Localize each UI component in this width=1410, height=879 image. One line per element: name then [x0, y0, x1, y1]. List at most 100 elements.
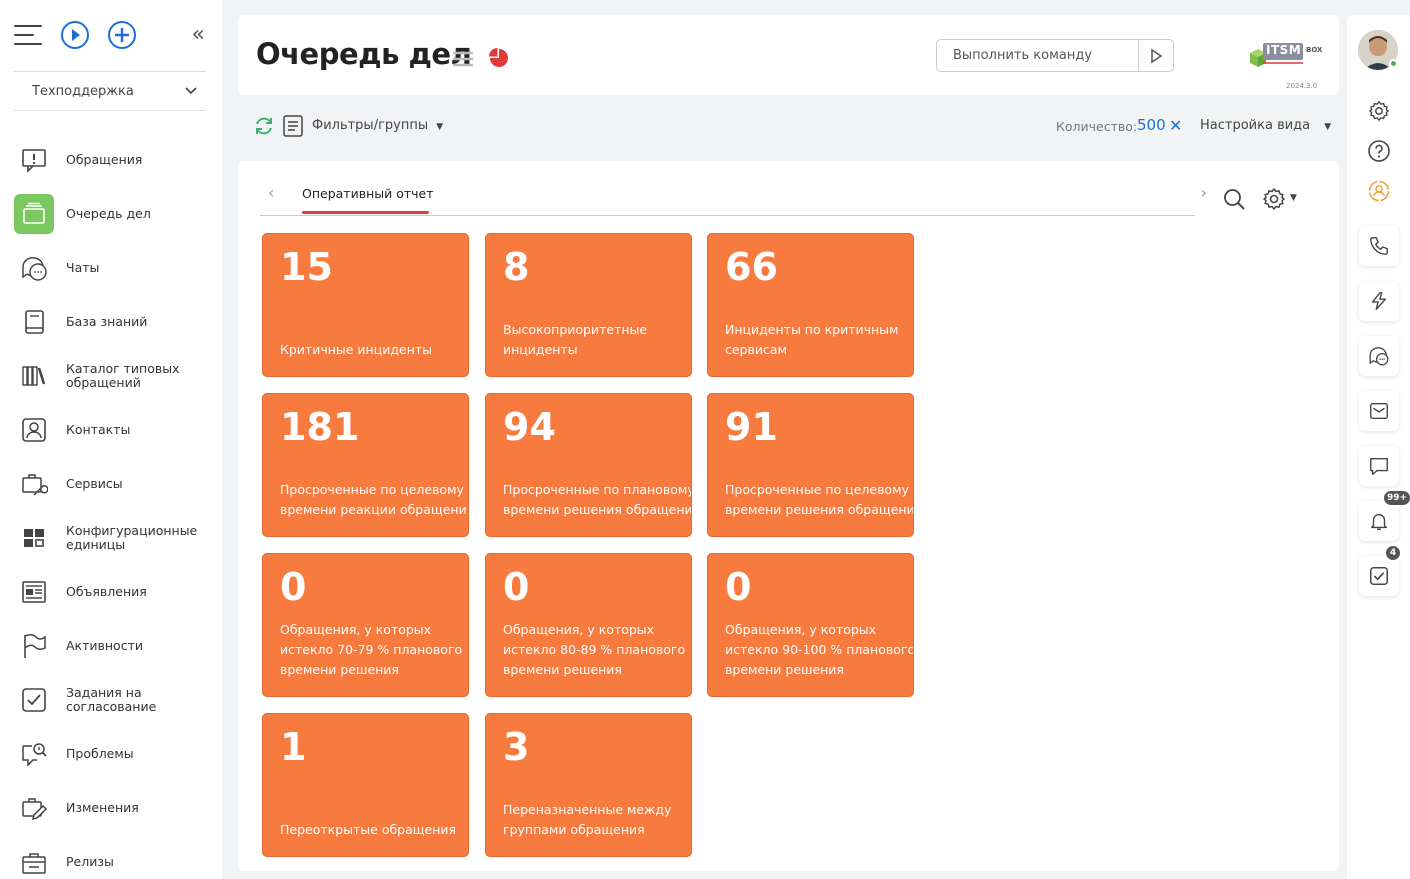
- filters-dropdown[interactable]: Фильтры/группы ▼: [312, 118, 443, 133]
- notifications-button[interactable]: [1359, 501, 1399, 541]
- report-tile[interactable]: 15 Критичные инциденты: [262, 233, 469, 377]
- report-settings-button[interactable]: ▼: [1262, 187, 1297, 215]
- clear-count-icon[interactable]: ✕: [1169, 116, 1182, 135]
- tile-value: 8: [503, 245, 530, 289]
- report-panel: ‹ Оперативный отчет › ▼ 15 Критичные инци…: [238, 161, 1339, 871]
- help-icon[interactable]: [1367, 139, 1391, 163]
- tile-value: 1: [280, 725, 307, 769]
- tile-value: 94: [503, 405, 556, 449]
- sidebar-item-changes[interactable]: Изменения: [0, 781, 222, 835]
- caret-down-icon: ▼: [1324, 122, 1332, 132]
- sidebar-item-services[interactable]: Сервисы: [0, 457, 222, 511]
- online-status-dot: [1389, 59, 1398, 68]
- sidebar-item-config-items[interactable]: Конфигурационные единицы: [0, 511, 222, 565]
- sidebar-item-approvals[interactable]: Задания на согласование: [0, 673, 222, 727]
- play-icon[interactable]: [61, 21, 89, 49]
- catalog-icon: [14, 356, 54, 396]
- news-icon: [14, 572, 54, 612]
- sidebar-item-contacts[interactable]: Контакты: [0, 403, 222, 457]
- search-icon[interactable]: [1222, 187, 1246, 211]
- command-input[interactable]: [953, 48, 1133, 63]
- sidebar-item-label: Объявления: [66, 584, 147, 599]
- plus-icon[interactable]: [108, 21, 136, 49]
- filters-label: Фильтры/группы: [312, 118, 429, 133]
- mail-button[interactable]: [1359, 391, 1399, 431]
- gear-icon: [1263, 188, 1285, 210]
- chevron-left-icon[interactable]: ‹: [268, 183, 274, 202]
- tile-label: Обращения, у которых истекло 80-89 % пла…: [503, 622, 686, 677]
- sidebar-item-label: Задания на согласование: [66, 685, 157, 714]
- tab-bar: ‹ Оперативный отчет ›: [260, 177, 1207, 216]
- workspace-select-value: Техподдержка: [32, 84, 134, 99]
- command-box: [936, 39, 1174, 72]
- page-header: Очередь дел ITSM BOX 2024.3.0: [238, 15, 1339, 95]
- sidebar-nav: Обращения Очередь дел Чаты База знаний К…: [0, 133, 222, 879]
- sidebar-item-chats[interactable]: Чаты: [0, 241, 222, 295]
- tile-label: Обращения, у которых истекло 90-100 % пл…: [725, 622, 914, 677]
- toolbar: Фильтры/группы ▼ Количество: 500 ✕ Настр…: [238, 110, 1339, 142]
- itsm-logo: ITSM BOX 2024.3.0: [1248, 37, 1324, 90]
- release-icon: [14, 842, 54, 879]
- report-tile[interactable]: 3 Переназначенные между группами обращени…: [485, 713, 692, 857]
- tile-value: 0: [503, 565, 530, 609]
- sidebar-item-problems[interactable]: Проблемы: [0, 727, 222, 781]
- chevron-down-icon: [185, 87, 197, 95]
- sidebar-item-label: Активности: [66, 638, 143, 653]
- message-icon: [1370, 457, 1388, 475]
- sidebar-item-announcements[interactable]: Объявления: [0, 565, 222, 619]
- settings-icon[interactable]: [1367, 99, 1391, 123]
- report-tile[interactable]: 91 Просроченные по целевому времени решен…: [707, 393, 914, 537]
- tile-label: Критичные инциденты: [280, 342, 433, 357]
- sidebar-item-releases[interactable]: Релизы: [0, 835, 222, 879]
- report-tile[interactable]: 1 Переоткрытые обращения: [262, 713, 469, 857]
- view-settings-dropdown[interactable]: Настройка вида ▼: [1200, 118, 1331, 133]
- user-sync-icon[interactable]: [1367, 179, 1391, 203]
- sidebar-item-label: Каталог типовых обращений: [66, 361, 180, 390]
- sidebar-item-knowledge-base[interactable]: База знаний: [0, 295, 222, 349]
- run-command-button[interactable]: [1138, 40, 1173, 71]
- right-rail: 99+ 4: [1347, 15, 1410, 879]
- menu-icon[interactable]: [14, 25, 42, 45]
- sidebar: « Техподдержка Обращения Очередь дел Чат…: [0, 0, 222, 879]
- workspace-select[interactable]: Техподдержка: [14, 71, 206, 111]
- list-view-icon[interactable]: [453, 51, 473, 67]
- bell-icon: [1370, 513, 1388, 530]
- sidebar-item-queue[interactable]: Очередь дел: [0, 187, 222, 241]
- chat-button[interactable]: [1359, 336, 1399, 376]
- tile-label: Переоткрытые обращения: [280, 822, 457, 837]
- flag-icon: [14, 626, 54, 666]
- wrench-icon: [14, 464, 54, 504]
- page-title: Очередь дел: [256, 37, 472, 71]
- count-label: Количество:: [1056, 119, 1138, 134]
- report-tile[interactable]: 8 Высокоприоритетные инциденты: [485, 233, 692, 377]
- report-tile[interactable]: 0 Обращения, у которых истекло 70-79 % пл…: [262, 553, 469, 697]
- sidebar-item-activities[interactable]: Активности: [0, 619, 222, 673]
- telegram-button[interactable]: [1359, 281, 1399, 321]
- sidebar-item-catalog[interactable]: Каталог типовых обращений: [0, 349, 222, 403]
- collapse-sidebar-icon[interactable]: «: [192, 22, 205, 48]
- tile-label: Инциденты по критичным сервисам: [725, 322, 899, 357]
- sidebar-item-label: База знаний: [66, 314, 148, 329]
- sidebar-item-label: Очередь дел: [66, 206, 151, 221]
- chevron-right-icon[interactable]: ›: [1201, 183, 1207, 202]
- phone-button[interactable]: [1359, 226, 1399, 266]
- sidebar-item-requests[interactable]: Обращения: [0, 133, 222, 187]
- book-icon: [14, 302, 54, 342]
- filter-list-icon[interactable]: [283, 115, 303, 137]
- count-value[interactable]: 500: [1137, 116, 1166, 134]
- report-tile[interactable]: 94 Просроченные по плановому времени реше…: [485, 393, 692, 537]
- queue-icon: [14, 194, 54, 234]
- report-tile[interactable]: 66 Инциденты по критичным сервисам: [707, 233, 914, 377]
- messages-button[interactable]: [1359, 446, 1399, 486]
- tile-label: Переназначенные между группами обращения: [503, 802, 672, 837]
- sidebar-item-label: Проблемы: [66, 746, 134, 761]
- pie-chart-icon[interactable]: [488, 47, 510, 69]
- notifications-badge: 99+: [1382, 489, 1410, 507]
- report-tile[interactable]: 181 Просроченные по целевому времени реак…: [262, 393, 469, 537]
- tab-operational-report[interactable]: Оперативный отчет: [302, 186, 434, 201]
- report-tile[interactable]: 0 Обращения, у которых истекло 80-89 % пл…: [485, 553, 692, 697]
- report-tile[interactable]: 0 Обращения, у которых истекло 90-100 % п…: [707, 553, 914, 697]
- alert-icon: [14, 140, 54, 180]
- refresh-icon[interactable]: [253, 115, 275, 137]
- tasks-button[interactable]: [1359, 556, 1399, 596]
